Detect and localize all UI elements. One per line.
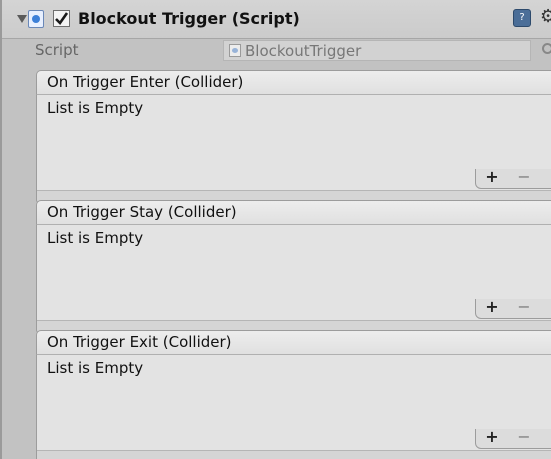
remove-item-button[interactable]: − [514,167,534,186]
list-empty-text: List is Empty [47,99,144,117]
event-header: On Trigger Exit (Collider) [36,330,551,355]
gear-icon[interactable]: ⚙ [540,6,551,27]
remove-item-button[interactable]: − [514,427,534,446]
event-list-footer: + − [475,427,551,449]
event-list: List is Empty [36,225,551,333]
add-item-button[interactable]: + [482,167,502,186]
event-list-footer: + − [475,297,551,319]
script-icon [28,10,44,28]
remove-item-button[interactable]: − [514,297,534,316]
list-empty-text: List is Empty [47,229,144,247]
event-header: On Trigger Stay (Collider) [36,200,551,225]
foldout-arrow-icon[interactable] [17,15,27,23]
event-on-trigger-enter: On Trigger Enter (Collider) List is Empt… [36,70,551,203]
script-row: Script BlockoutTrigger [2,38,551,64]
checkmark-icon [55,12,69,26]
component-enabled-checkbox[interactable] [53,10,70,27]
inspector-panel: Blockout Trigger (Script) ? ⚙ Script Blo… [0,0,551,459]
event-list: List is Empty [36,95,551,203]
event-list-content: List is Empty [37,355,551,451]
event-on-trigger-exit: On Trigger Exit (Collider) List is Empty… [36,330,551,459]
event-list-content: List is Empty [37,95,551,191]
script-object-field[interactable]: BlockoutTrigger [223,40,531,61]
event-list-footer: + − [475,167,551,189]
panel-left-border [0,0,2,459]
script-label: Script [35,41,79,59]
object-picker-icon[interactable] [542,43,551,54]
help-icon[interactable]: ? [513,9,531,27]
add-item-button[interactable]: + [482,297,502,316]
event-header: On Trigger Enter (Collider) [36,70,551,95]
cs-script-icon [229,44,241,57]
event-list-content: List is Empty [37,225,551,321]
component-title: Blockout Trigger (Script) [78,9,300,28]
add-item-button[interactable]: + [482,427,502,446]
list-empty-text: List is Empty [47,359,144,377]
script-field-value: BlockoutTrigger [245,42,362,60]
component-header[interactable]: Blockout Trigger (Script) ? ⚙ [2,0,551,39]
event-list: List is Empty [36,355,551,459]
event-on-trigger-stay: On Trigger Stay (Collider) List is Empty… [36,200,551,333]
